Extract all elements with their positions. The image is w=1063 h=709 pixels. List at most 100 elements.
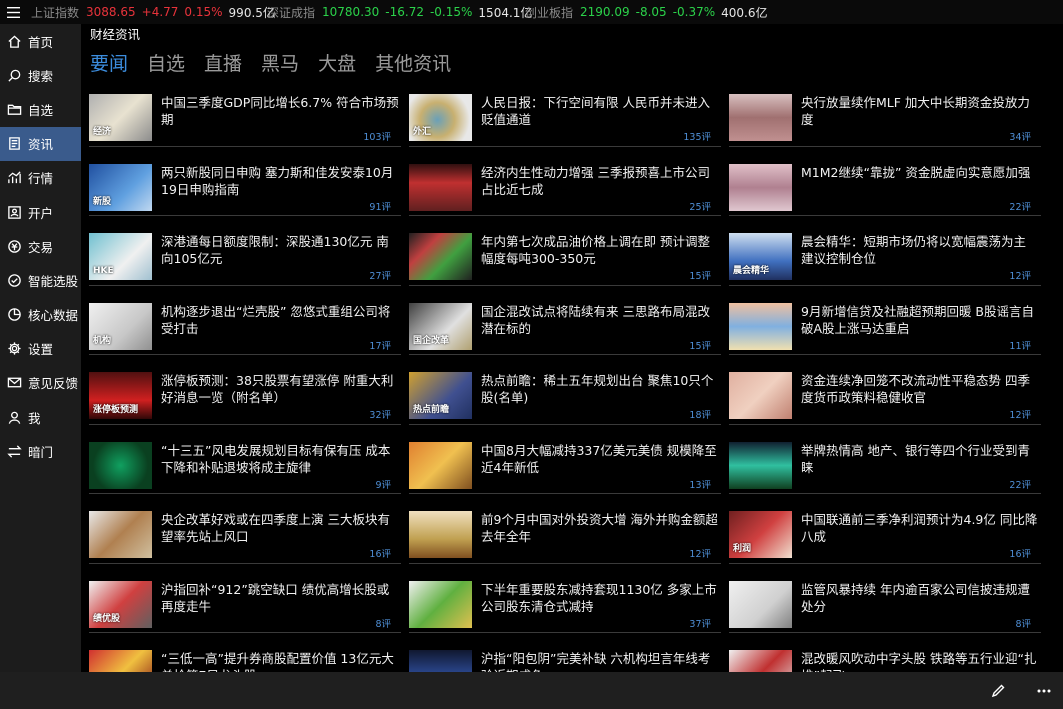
news-thumbnail <box>409 163 472 211</box>
news-card[interactable]: 举牌热情高 地产、银行等四个行业受到青睐 22评 <box>729 434 1041 504</box>
sidebar-item-label: 核心数据 <box>28 308 79 324</box>
news-card[interactable]: 央行放量续作MLF 加大中长期资金投放力度 34评 <box>729 86 1041 156</box>
news-title: 机构逐步退出“烂壳股” 忽悠式重组公司将受打击 <box>161 303 391 336</box>
news-card[interactable]: 前9个月中国对外投资大增 海外并购金额超去年全年 12评 <box>409 503 721 573</box>
news-card[interactable]: 中国8月大幅减持337亿美元美债 规模降至近4年新低 13评 <box>409 434 721 504</box>
news-title: 9月新增信贷及社融超预期回暖 B股谣言自破A股上涨马达重启 <box>801 303 1035 336</box>
ticker-chinext[interactable]: 创业板指 2190.09 -8.05 -0.37% 400.6亿 <box>525 4 774 21</box>
news-title: M1M2继续“靠拢” 资金脱虚向实意愿加强 <box>801 164 1031 180</box>
news-icon <box>6 136 22 152</box>
ticker-name: 深证成指 <box>267 5 316 20</box>
news-card[interactable]: 资金连续净回笼不改流动性平稳态势 四季度货币政策料稳健收官 12评 <box>729 364 1041 434</box>
comment-count: 12评 <box>689 549 711 560</box>
news-thumbnail <box>729 580 792 628</box>
news-card[interactable]: “十三五”风电发展规划目标有保有压 成本下降和补贴退坡将成主旋律 9评 <box>89 434 401 504</box>
more-options-icon[interactable] <box>1035 682 1053 700</box>
sidebar-item-news[interactable]: 资讯 <box>0 126 81 161</box>
ticker-change: -8.05 <box>635 5 667 19</box>
ticker-shanghai[interactable]: 上证指数 3088.65 +4.77 0.15% 990.5亿 <box>31 4 281 21</box>
news-card[interactable]: 下半年重要股东减持套现1130亿 多家上市公司股东清仓式减持 37评 <box>409 573 721 643</box>
news-card[interactable]: 经济内生性动力增强 三季报预喜上市公司占比近七成 25评 <box>409 156 721 226</box>
news-card[interactable]: 年内第七次成品油价格上调在即 预计调整幅度每吨300-350元 15评 <box>409 225 721 295</box>
comment-count: 22评 <box>1009 479 1031 491</box>
thumbnail-label: 机构 <box>93 335 112 346</box>
sidebar-item-open-account[interactable]: 开户 <box>0 195 81 229</box>
news-thumbnail: 利润 <box>729 511 792 558</box>
sidebar-item-watchlist[interactable]: 自选 <box>0 92 81 126</box>
thumbnail-label: 经济 <box>93 127 112 137</box>
news-title: 年内第七次成品油价格上调在即 预计调整幅度每吨300-350元 <box>481 234 710 266</box>
sidebar-item-me[interactable]: 我 <box>0 400 81 434</box>
news-card[interactable]: 9月新增信贷及社融超预期回暖 B股谣言自破A股上涨马达重启 11评 <box>729 295 1041 365</box>
tab-live[interactable]: 直播 <box>204 49 242 76</box>
news-thumbnail: 晨会精华 <box>729 233 792 280</box>
news-thumbnail: 热点前瞻 <box>409 372 472 419</box>
sidebar-item-search[interactable]: 搜索 <box>0 58 81 92</box>
thumbnail-label: 外汇 <box>413 127 432 137</box>
ticker-shenzhen[interactable]: 深证成指 10780.30 -16.72 -0.15% 1504.1亿 <box>267 4 538 21</box>
news-card[interactable]: 晨会精华 晨会精华：短期市场仍将以宽幅震荡为主 建议控制仓位 12评 <box>729 225 1041 295</box>
hamburger-menu-icon[interactable] <box>0 0 26 24</box>
news-card[interactable]: 央企改革好戏或在四季度上演 三大板块有望率先站上风口 16评 <box>89 503 401 573</box>
sidebar-item-feedback[interactable]: 意见反馈 <box>0 366 81 400</box>
thumbnail-label: 晨会精华 <box>733 266 770 276</box>
tab-dark-horse[interactable]: 黑马 <box>261 49 299 76</box>
news-card[interactable]: 涨停板预测 涨停板预测：38只股票有望涨停 附重大利好消息一览（附名单） 32评 <box>89 364 401 434</box>
tab-other-news[interactable]: 其他资讯 <box>375 49 451 76</box>
sidebar-item-home[interactable]: 首页 <box>0 24 81 58</box>
ticker-volume: 400.6亿 <box>721 5 768 20</box>
news-title: 举牌热情高 地产、银行等四个行业受到青睐 <box>801 442 1030 475</box>
news-card[interactable]: 利润 中国联通前三季净利润预计为4.9亿 同比降八成 16评 <box>729 503 1041 573</box>
comment-count: 12评 <box>1009 271 1031 282</box>
news-card[interactable]: 监管风暴持续 年内逾百家公司信披违规遭处分 8评 <box>729 573 1041 643</box>
news-title: 中国联通前三季净利润预计为4.9亿 同比降八成 <box>801 512 1038 544</box>
news-thumbnail: 涨停板预测 <box>89 372 152 419</box>
comment-count: 91评 <box>369 201 391 213</box>
news-title: 沪指回补“912”跳空缺口 绩优高增长股或再度走牛 <box>161 581 390 614</box>
thumbnail-label: 国企改革 <box>413 335 450 346</box>
comment-count: 27评 <box>369 271 391 282</box>
tab-watchlist[interactable]: 自选 <box>147 49 185 76</box>
sidebar-item-label: 交易 <box>28 239 54 255</box>
news-title: 监管风暴持续 年内逾百家公司信披违规遭处分 <box>801 581 1030 614</box>
ticker-change: -16.72 <box>385 5 424 19</box>
news-thumbnail <box>729 94 792 141</box>
news-card[interactable]: 绩优股 沪指回补“912”跳空缺口 绩优高增长股或再度走牛 8评 <box>89 573 401 643</box>
comment-count: 16评 <box>369 549 391 560</box>
comment-count: 16评 <box>1009 549 1031 560</box>
comment-count: 32评 <box>369 410 391 421</box>
thumbnail-label: 利润 <box>733 544 752 554</box>
user-icon <box>6 409 22 425</box>
sidebar-item-backdoor[interactable]: 暗门 <box>0 434 81 468</box>
swap-icon <box>6 443 22 459</box>
news-card[interactable]: 经济 中国三季度GDP同比增长6.7% 符合市场预期 103评 <box>89 86 401 156</box>
news-thumbnail: 新股 <box>89 163 152 211</box>
news-grid: 经济 中国三季度GDP同比增长6.7% 符合市场预期 103评 外汇 人民日报：下行空间… <box>89 86 1049 709</box>
news-title: 晨会精华：短期市场仍将以宽幅震荡为主 建议控制仓位 <box>801 234 1027 266</box>
news-title: 人民日报：下行空间有限 人民币并未进入贬值通道 <box>481 95 710 127</box>
sidebar-item-core-data[interactable]: 核心数据 <box>0 298 81 332</box>
sidebar-item-settings[interactable]: 设置 <box>0 332 81 366</box>
sidebar-item-market[interactable]: 行情 <box>0 161 81 195</box>
news-card[interactable]: 热点前瞻 热点前瞻：稀土五年规划出台 聚焦10只个股(名单) 18评 <box>409 364 721 434</box>
sidebar-item-label: 设置 <box>28 342 54 358</box>
edit-icon[interactable] <box>989 682 1007 700</box>
sidebar-item-trade[interactable]: 交易 <box>0 229 81 263</box>
news-card[interactable]: 机构 机构逐步退出“烂壳股” 忽悠式重组公司将受打击 17评 <box>89 295 401 365</box>
news-title: 热点前瞻：稀土五年规划出台 聚焦10只个股(名单) <box>481 373 714 405</box>
news-card[interactable]: HKE 深港通每日额度限制：深股通130亿元 南向105亿元 27评 <box>89 225 401 295</box>
sidebar-item-smart-pick[interactable]: 智能选股 <box>0 263 81 297</box>
news-thumbnail <box>89 511 152 558</box>
news-title: 央企改革好戏或在四季度上演 三大板块有望率先站上风口 <box>161 512 390 544</box>
news-thumbnail: 国企改革 <box>409 302 472 350</box>
news-thumbnail <box>729 441 792 489</box>
news-card[interactable]: 外汇 人民日报：下行空间有限 人民币并未进入贬值通道 135评 <box>409 86 721 156</box>
tab-market[interactable]: 大盘 <box>318 49 356 76</box>
tab-headlines[interactable]: 要闻 <box>90 49 128 76</box>
news-title: 下半年重要股东减持套现1130亿 多家上市公司股东清仓式减持 <box>481 581 717 614</box>
mail-icon <box>6 375 22 391</box>
news-thumbnail <box>409 441 472 489</box>
news-card[interactable]: 新股 两只新股同日申购 塞力斯和佳发安泰10月19日申购指南 91评 <box>89 156 401 226</box>
news-card[interactable]: M1M2继续“靠拢” 资金脱虚向实意愿加强 22评 <box>729 156 1041 226</box>
news-card[interactable]: 国企改革 国企混改试点将陆续有来 三思路布局混改潜在标的 15评 <box>409 295 721 365</box>
